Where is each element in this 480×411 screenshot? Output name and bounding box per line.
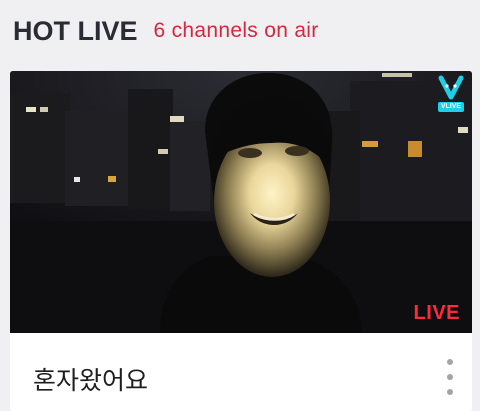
vlive-logo-text: VLIVE bbox=[438, 102, 464, 112]
v-heart-icon bbox=[438, 75, 464, 100]
more-vertical-icon bbox=[447, 359, 453, 365]
broadcast-title[interactable]: 혼자왔어요 bbox=[33, 361, 148, 397]
channels-on-air-count: 6 channels on air bbox=[153, 19, 319, 42]
live-channel-card[interactable]: VLIVE LIVE 혼자왔어요 bbox=[10, 71, 472, 411]
video-frame-image bbox=[10, 71, 472, 333]
section-header: HOT LIVE 6 channels on air bbox=[0, 0, 480, 62]
section-title: HOT LIVE bbox=[13, 15, 138, 46]
vlive-logo-icon: VLIVE bbox=[438, 75, 464, 113]
more-vertical-icon-dot bbox=[447, 389, 453, 395]
live-video-thumbnail[interactable]: VLIVE LIVE bbox=[10, 71, 472, 333]
more-options-button[interactable] bbox=[444, 357, 456, 401]
live-badge: LIVE bbox=[413, 302, 460, 324]
more-vertical-icon-dot bbox=[447, 374, 453, 380]
